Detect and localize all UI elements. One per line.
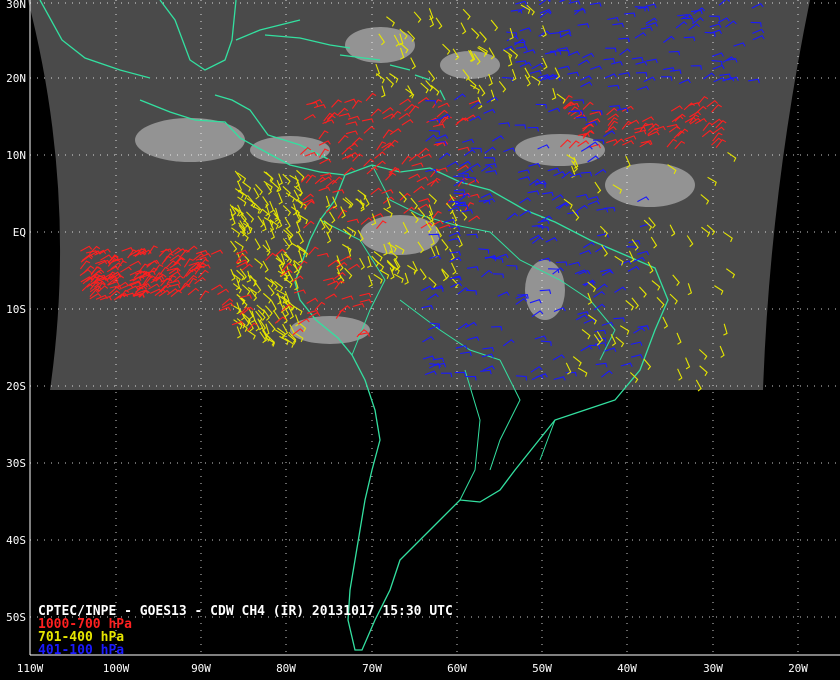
lat-label: 10S (6, 303, 26, 316)
lon-label: 30W (703, 662, 723, 675)
lat-label: 40S (6, 534, 26, 547)
lat-label: 20N (6, 72, 26, 85)
lon-label: 20W (788, 662, 808, 675)
lat-label: 10N (6, 149, 26, 162)
lon-label: 60W (447, 662, 467, 675)
lat-label: 30S (6, 457, 26, 470)
lon-label: 80W (276, 662, 296, 675)
lon-label: 90W (191, 662, 211, 675)
lon-label: 110W (17, 662, 44, 675)
lon-label: 70W (362, 662, 382, 675)
lat-label: EQ (13, 226, 26, 239)
lat-label: 50S (6, 611, 26, 624)
lat-label: 20S (6, 380, 26, 393)
legend-high-level: 401-100 hPa (38, 643, 124, 658)
lon-label: 100W (103, 662, 130, 675)
ir-imagery-swath (28, 0, 810, 390)
lon-label: 40W (617, 662, 637, 675)
satellite-wind-map: 30N 20N 10N EQ 10S 20S 30S 40S 50S 110W … (0, 0, 840, 680)
lon-label: 50W (532, 662, 552, 675)
lat-label: 30N (6, 0, 26, 11)
